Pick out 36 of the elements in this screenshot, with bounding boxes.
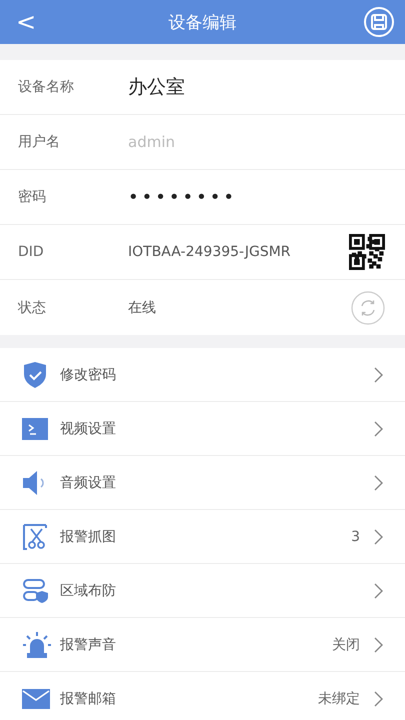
field-label: 密码 bbox=[18, 188, 47, 206]
mail-icon bbox=[22, 688, 50, 708]
field-label: 设备名称 bbox=[18, 78, 75, 96]
chevron-icon[interactable] bbox=[374, 366, 383, 382]
refresh-icon[interactable] bbox=[351, 290, 385, 324]
siren-icon bbox=[22, 630, 52, 658]
chevron-icon[interactable] bbox=[374, 690, 383, 706]
menu-item[interactable]: 报警声音 bbox=[60, 636, 332, 654]
server-shield-icon bbox=[22, 578, 50, 604]
field-label: 用户名 bbox=[18, 133, 61, 151]
menu-item[interactable]: 报警邮箱 bbox=[60, 690, 318, 708]
chevron-icon[interactable] bbox=[374, 474, 383, 490]
password-field[interactable]: •••••••• bbox=[128, 186, 385, 208]
terminal-icon bbox=[22, 418, 48, 440]
menu-item[interactable]: 音频设置 bbox=[60, 474, 374, 492]
header-title: 设备编辑 bbox=[168, 12, 237, 34]
field-label: DID bbox=[18, 244, 45, 260]
menu-value: 3 bbox=[351, 528, 360, 544]
device-name-field[interactable]: 办公室 bbox=[128, 74, 385, 100]
chevron-icon[interactable] bbox=[374, 420, 383, 436]
chevron-icon[interactable] bbox=[374, 636, 383, 652]
field-label: 状态 bbox=[18, 298, 47, 316]
scissors-icon bbox=[22, 522, 48, 550]
menu-item[interactable]: 视频设置 bbox=[60, 420, 374, 438]
shield-icon bbox=[22, 360, 48, 388]
qr-code-icon[interactable] bbox=[349, 234, 385, 270]
menu-value: 未绑定 bbox=[318, 690, 360, 708]
menu-item[interactable]: 修改密码 bbox=[60, 366, 374, 384]
save-icon[interactable] bbox=[362, 6, 395, 38]
field-value: 在线 bbox=[128, 298, 157, 316]
chevron-icon[interactable] bbox=[374, 528, 383, 544]
menu-value: 关闭 bbox=[332, 636, 360, 654]
field-value: IOTBAA-249395-JGSMR bbox=[128, 244, 292, 260]
menu-item[interactable]: 区域布防 bbox=[60, 582, 374, 600]
chevron-icon[interactable] bbox=[374, 582, 383, 598]
menu-item[interactable]: 报警抓图 bbox=[60, 528, 352, 546]
